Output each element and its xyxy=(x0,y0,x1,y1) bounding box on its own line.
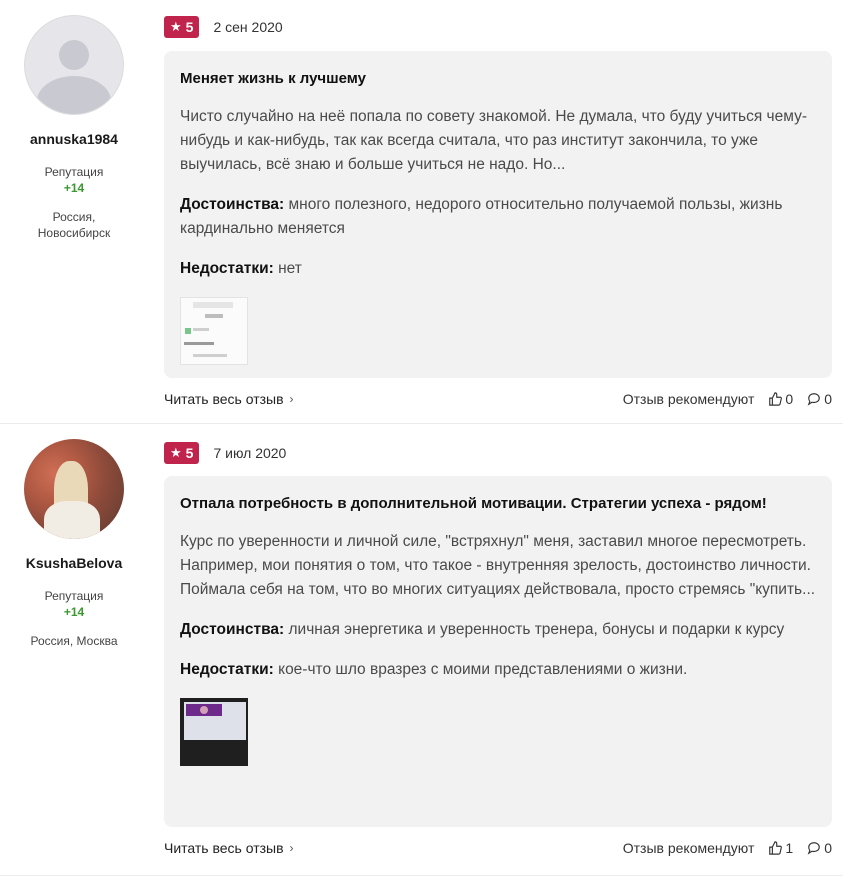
pros-text: личная энергетика и уверенность тренера,… xyxy=(288,621,785,638)
reviewer-info: annuska1984 Репутация +14 Россия, Новоси… xyxy=(0,0,148,241)
likes-count: 0 xyxy=(785,391,794,407)
rating-badge: ★ 5 xyxy=(164,16,200,38)
read-full-review-link[interactable]: Читать весь отзыв › xyxy=(164,391,294,407)
thumbnail-line xyxy=(185,328,191,334)
comments-button[interactable]: 0 xyxy=(807,391,832,407)
review-header: ★ 5 7 июл 2020 xyxy=(164,442,286,464)
review-body[interactable]: Меняет жизнь к лучшему Чисто случайно на… xyxy=(164,51,832,378)
recommend-label: Отзыв рекомендуют xyxy=(622,840,755,856)
review-text: Чисто случайно на неё попала по совету з… xyxy=(180,108,807,173)
review-photo-thumbnail[interactable] xyxy=(180,698,248,766)
like-button[interactable]: 0 xyxy=(768,391,793,407)
comment-bubble-icon xyxy=(807,842,821,855)
reputation-value: +14 xyxy=(63,605,85,619)
review-date: 2 сен 2020 xyxy=(213,19,283,35)
review-header: ★ 5 2 сен 2020 xyxy=(164,16,283,38)
avatar[interactable] xyxy=(24,15,124,115)
rating-badge: ★ 5 xyxy=(164,442,200,464)
thumbnail-line xyxy=(193,302,233,308)
review-text: Курс по уверенности и личной силе, "встр… xyxy=(180,533,816,598)
thumbs-up-icon xyxy=(769,392,783,406)
review-footer: Читать весь отзыв › Отзыв рекомендуют 0 … xyxy=(164,389,832,409)
reviewer-info: KsushaBelova Репутация +14 Россия, Москв… xyxy=(0,424,148,649)
review-pros: Достоинства: много полезного, недорого о… xyxy=(180,193,816,241)
reputation-label: Репутация xyxy=(44,589,104,603)
review-pros: Достоинства: личная энергетика и уверенн… xyxy=(180,618,816,642)
review-photo-thumbnail[interactable] xyxy=(180,297,248,365)
star-icon: ★ xyxy=(170,19,182,34)
cons-text: кое-что шло вразрез с моими представлени… xyxy=(278,661,688,678)
review-card: KsushaBelova Репутация +14 Россия, Москв… xyxy=(0,424,843,876)
reviewer-location: Россия, Новосибирск xyxy=(37,210,111,240)
review-body[interactable]: Отпала потребность в дополнительной моти… xyxy=(164,476,832,827)
comments-count: 0 xyxy=(824,391,832,407)
review-cons: Недостатки: нет xyxy=(180,257,816,281)
pros-label: Достоинства: xyxy=(180,621,285,638)
thumbs-up-icon xyxy=(769,841,783,855)
cons-text: нет xyxy=(278,260,302,277)
read-more-label: Читать весь отзыв xyxy=(164,391,284,407)
review-date: 7 июл 2020 xyxy=(213,445,287,461)
avatar-placeholder-body xyxy=(37,76,111,114)
review-title[interactable]: Меняет жизнь к лучшему xyxy=(180,69,816,89)
thumbnail-figure xyxy=(200,706,208,714)
thumbnail-line xyxy=(193,354,227,357)
chevron-right-icon: › xyxy=(289,392,294,406)
thumbnail-line xyxy=(193,328,209,331)
read-more-label: Читать весь отзыв xyxy=(164,840,284,856)
review-footer: Читать весь отзыв › Отзыв рекомендуют 1 … xyxy=(164,838,832,858)
reputation-value: +14 xyxy=(63,181,85,195)
comment-bubble-icon xyxy=(807,393,821,406)
rating-value: 5 xyxy=(185,19,194,35)
like-button[interactable]: 1 xyxy=(768,840,793,856)
reviewer-name[interactable]: annuska1984 xyxy=(0,131,148,147)
review-title[interactable]: Отпала потребность в дополнительной моти… xyxy=(180,494,816,514)
avatar-placeholder-head xyxy=(59,40,89,70)
review-cons: Недостатки: кое-что шло вразрез с моими … xyxy=(180,658,816,682)
chevron-right-icon: › xyxy=(289,841,294,855)
reviewer-location: Россия, Москва xyxy=(30,634,118,648)
review-card: annuska1984 Репутация +14 Россия, Новоси… xyxy=(0,0,843,424)
read-full-review-link[interactable]: Читать весь отзыв › xyxy=(164,840,294,856)
comments-button[interactable]: 0 xyxy=(807,840,832,856)
reviewer-name[interactable]: KsushaBelova xyxy=(0,555,148,571)
reputation-label: Репутация xyxy=(44,165,104,179)
star-icon: ★ xyxy=(170,445,182,460)
rating-value: 5 xyxy=(185,445,194,461)
recommend-label: Отзыв рекомендуют xyxy=(622,391,755,407)
cons-label: Недостатки: xyxy=(180,260,274,277)
thumbnail-line xyxy=(205,314,223,318)
thumbnail-line xyxy=(184,342,214,345)
avatar-photo-dress xyxy=(44,501,100,539)
cons-label: Недостатки: xyxy=(180,661,274,678)
avatar[interactable] xyxy=(24,439,124,539)
likes-count: 1 xyxy=(785,840,794,856)
comments-count: 0 xyxy=(824,840,832,856)
pros-label: Достоинства: xyxy=(180,196,285,213)
